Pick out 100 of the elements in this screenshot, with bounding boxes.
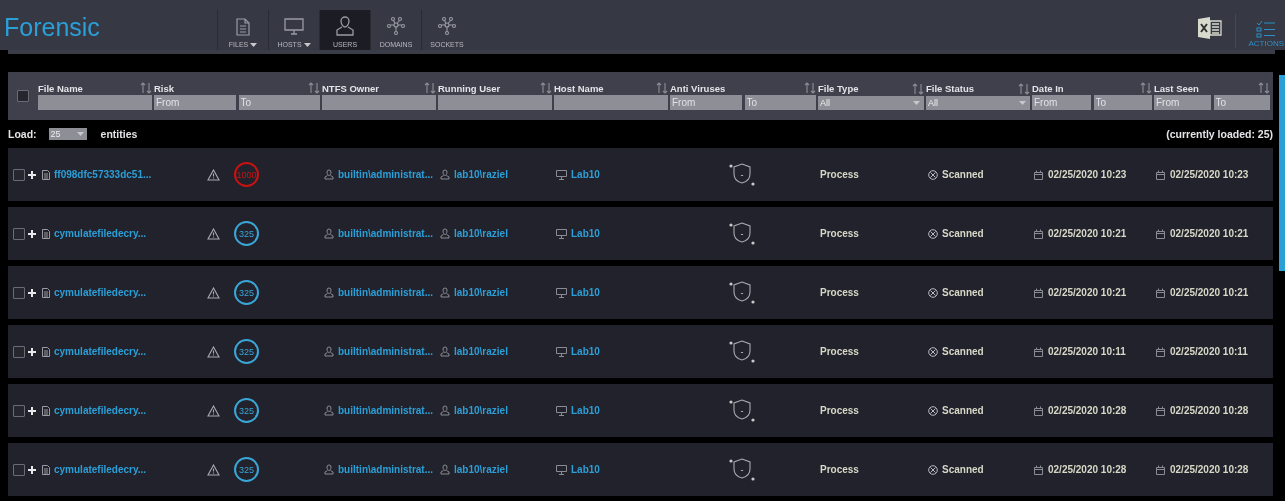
table-row[interactable]: cymulatefiledecry... 325 builtin\administrat... lab10\raziel Lab10 - Process Scanned 02/25/2020 10:28 02/25/2020 10:28 [8, 443, 1273, 496]
file-name-link[interactable]: cymulatefiledecry... [42, 464, 207, 475]
plus-icon[interactable] [28, 465, 36, 474]
user-link[interactable]: lab10\raziel [440, 346, 556, 357]
column-header: Running User [438, 82, 501, 94]
monitor-icon [556, 405, 567, 416]
column-header: Last Seen [1154, 82, 1199, 94]
user-link[interactable]: lab10\raziel [440, 405, 556, 416]
last-seen: 02/25/2020 10:28 [1156, 464, 1274, 475]
table-row[interactable]: cymulatefiledecry... 325 builtin\administrat... lab10\raziel Lab10 - Process Scanned 02/25/2020 10:21 02/25/2020 10:21 [8, 266, 1273, 319]
column-header: Date In [1032, 82, 1064, 94]
owner-link[interactable]: builtin\administrat... [324, 169, 440, 180]
actions-button[interactable]: ACTIONS [1248, 20, 1284, 50]
filter-field[interactable]: From [1154, 95, 1211, 110]
calendar-icon [1034, 287, 1044, 298]
filter-field[interactable] [322, 95, 436, 110]
file-name-link[interactable]: cymulatefiledecry... [42, 287, 207, 298]
sort-icon[interactable] [308, 82, 320, 94]
sort-icon[interactable] [1258, 82, 1270, 94]
filter-field[interactable]: To [1093, 95, 1152, 110]
filter-field[interactable]: To [1213, 95, 1270, 110]
owner-link[interactable]: builtin\administrat... [324, 346, 440, 357]
document-icon [42, 346, 50, 357]
host-link[interactable]: Lab10 [556, 346, 672, 357]
row-checkbox[interactable] [13, 286, 25, 299]
document-icon [42, 169, 50, 180]
plus-icon[interactable] [28, 170, 36, 179]
sort-icon[interactable] [540, 82, 552, 94]
risk-score: 1000 [234, 162, 259, 187]
row-checkbox[interactable] [13, 345, 25, 358]
filter-field[interactable]: From [1032, 95, 1091, 110]
row-checkbox[interactable] [13, 227, 25, 240]
host-link[interactable]: Lab10 [556, 464, 672, 475]
load-count-dropdown[interactable]: 25 [48, 128, 87, 140]
filter-dropdown[interactable]: All [926, 95, 1030, 110]
spreadsheet-export-icon[interactable] [1197, 16, 1224, 40]
filter-field[interactable]: From [154, 95, 236, 110]
owner-link[interactable]: builtin\administrat... [324, 464, 440, 475]
filter-field[interactable]: From [670, 95, 742, 110]
file-status: Scanned [928, 287, 1034, 298]
warning-icon [207, 168, 220, 181]
warning-icon [207, 345, 220, 358]
file-name-link[interactable]: cymulatefiledecry... [42, 405, 207, 416]
filter-field[interactable]: To [238, 95, 320, 110]
sort-icon[interactable] [912, 82, 924, 95]
sort-icon[interactable] [1018, 82, 1030, 95]
user-link[interactable]: lab10\raziel [440, 169, 556, 180]
table-row[interactable]: cymulatefiledecry... 325 builtin\administrat... lab10\raziel Lab10 - Process Scanned 02/25/2020 10:21 02/25/2020 10:21 [8, 207, 1273, 260]
table-row[interactable]: cymulatefiledecry... 325 builtin\administrat... lab10\raziel Lab10 - Process Scanned 02/25/2020 10:11 02/25/2020 10:11 [8, 325, 1273, 378]
plus-icon[interactable] [28, 229, 36, 238]
user-link[interactable]: lab10\raziel [440, 228, 556, 239]
last-seen: 02/25/2020 10:28 [1156, 405, 1274, 416]
user-icon [336, 16, 354, 36]
filter-dropdown[interactable]: All [818, 95, 924, 110]
sort-icon[interactable] [140, 82, 152, 94]
filter-field[interactable] [38, 95, 152, 110]
user-link[interactable]: lab10\raziel [440, 287, 556, 298]
caret-icon [250, 42, 258, 47]
date-in: 02/25/2020 10:28 [1034, 464, 1156, 475]
row-checkbox[interactable] [13, 404, 25, 417]
sort-icon[interactable] [424, 82, 436, 94]
table-row[interactable]: ff098dfc57333dc51... 1000 builtin\administrat... lab10\raziel Lab10 - Process Scanned 02/25/2020 10:23 02/25/2020 10:23 [8, 148, 1273, 201]
user-link[interactable]: lab10\raziel [440, 464, 556, 475]
last-seen: 02/25/2020 10:21 [1156, 228, 1274, 239]
host-link[interactable]: Lab10 [556, 287, 672, 298]
plus-icon[interactable] [28, 288, 36, 297]
antivirus-shield: - [727, 277, 757, 308]
host-link[interactable]: Lab10 [556, 169, 672, 180]
owner-link[interactable]: builtin\administrat... [324, 228, 440, 239]
checklist-icon [1256, 20, 1277, 38]
sort-icon[interactable] [804, 82, 816, 94]
owner-link[interactable]: builtin\administrat... [324, 405, 440, 416]
row-checkbox[interactable] [13, 463, 25, 476]
antivirus-shield: - [727, 395, 757, 426]
file-name-link[interactable]: cymulatefiledecry... [42, 346, 207, 357]
file-name-link[interactable]: ff098dfc57333dc51... [42, 169, 207, 180]
file-name-link[interactable]: cymulatefiledecry... [42, 228, 207, 239]
user-icon [324, 287, 334, 298]
scrollbar[interactable] [1279, 75, 1285, 271]
host-link[interactable]: Lab10 [556, 405, 672, 416]
caret-icon [76, 132, 84, 136]
row-checkbox[interactable] [13, 168, 25, 181]
filter-field[interactable] [554, 95, 668, 110]
risk-score: 325 [234, 398, 259, 423]
owner-link[interactable]: builtin\administrat... [324, 287, 440, 298]
filter-field[interactable] [438, 95, 552, 110]
sort-icon[interactable] [656, 82, 668, 94]
last-seen: 02/25/2020 10:23 [1156, 169, 1274, 180]
filter-field[interactable]: To [744, 95, 816, 110]
table-row[interactable]: cymulatefiledecry... 325 builtin\administrat... lab10\raziel Lab10 - Process Scanned 02/25/2020 10:28 02/25/2020 10:28 [8, 384, 1273, 437]
plus-icon[interactable] [28, 347, 36, 356]
risk-score: 325 [234, 457, 259, 482]
antivirus-shield: - [727, 454, 757, 485]
calendar-icon [1156, 169, 1166, 180]
host-link[interactable]: Lab10 [556, 228, 672, 239]
user-icon [440, 346, 450, 357]
sort-icon[interactable] [1140, 82, 1152, 94]
column-header: Anti Viruses [670, 82, 726, 94]
plus-icon[interactable] [28, 406, 36, 415]
select-all-checkbox[interactable] [17, 90, 29, 102]
